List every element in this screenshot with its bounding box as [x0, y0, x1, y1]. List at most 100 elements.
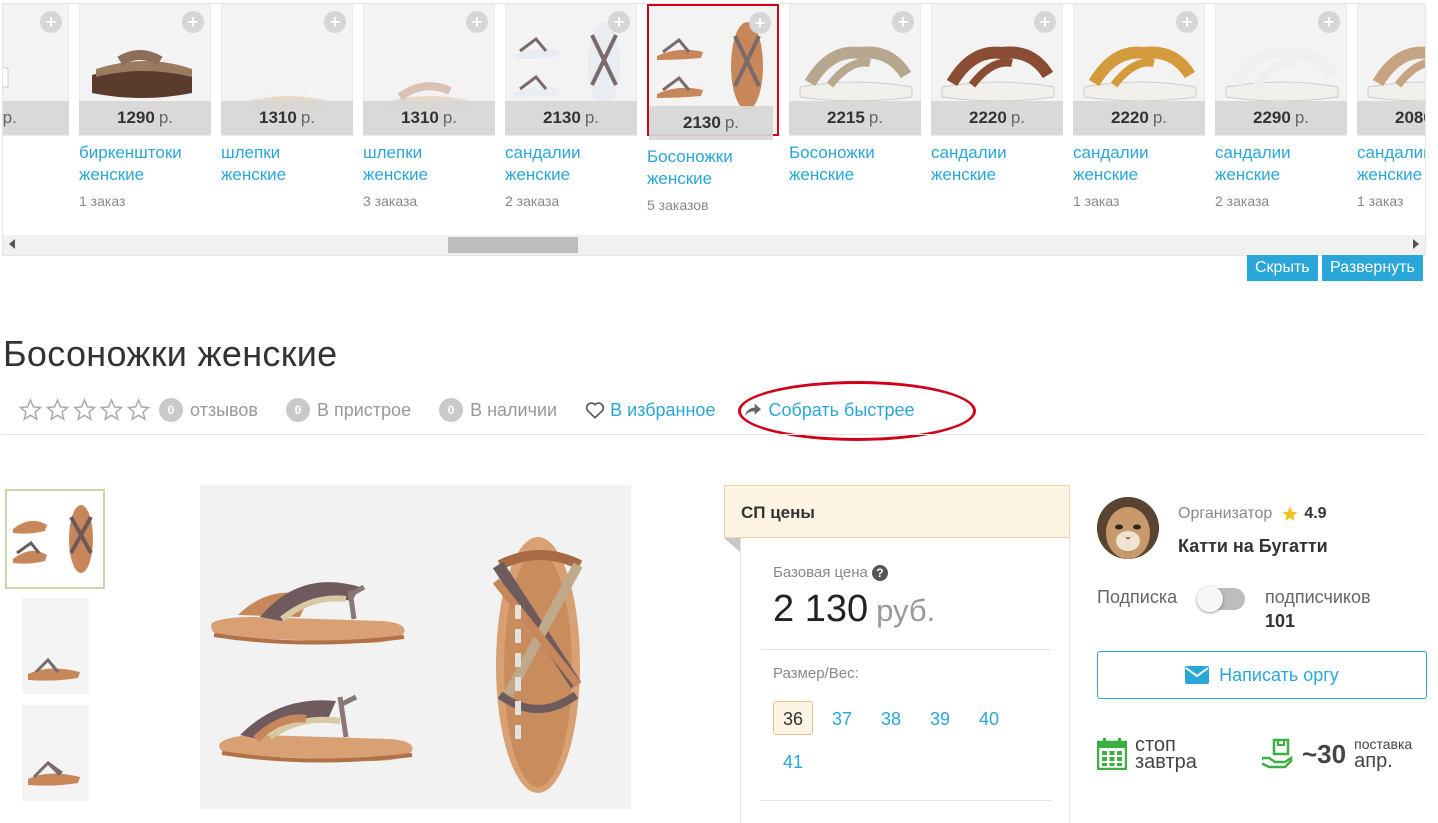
card-orders-count: 1 заказ	[1073, 193, 1120, 209]
subscription-label: Подписка	[1097, 587, 1178, 607]
delivery-text: поставка апр.	[1354, 737, 1412, 771]
delivery-info: ~30 поставка апр.	[1262, 737, 1412, 771]
carousel-card[interactable]: +2220 р. сандалии женские 1 заказ	[1073, 4, 1205, 232]
size-option[interactable]: 41	[773, 744, 813, 778]
card-price-currency: р.	[158, 108, 173, 127]
scroll-right-arrow-icon[interactable]	[1413, 239, 1419, 249]
question-icon[interactable]: ?	[871, 564, 888, 581]
add-plus-icon[interactable]: +	[749, 12, 771, 34]
sandal-photo-icon	[13, 505, 93, 573]
card-price-value: 2215	[826, 108, 865, 127]
carousel-scrollbar[interactable]	[3, 235, 1425, 255]
organizer-name[interactable]: Катти на Бугатти	[1178, 536, 1328, 557]
card-title-link[interactable]: сандалии женские	[1215, 142, 1347, 186]
carousel-card[interactable]: +1290 р. биркенштоки женские 1 заказ	[79, 4, 211, 232]
card-title-link[interactable]: Босоножки женские	[789, 142, 921, 186]
subscribers-count: 101	[1265, 611, 1296, 631]
add-plus-icon[interactable]: +	[1034, 11, 1056, 33]
add-plus-icon[interactable]: +	[40, 11, 62, 33]
size-option[interactable]: 39	[920, 701, 960, 735]
subscription-toggle[interactable]	[1197, 586, 1245, 612]
card-orders-count: 3 заказа	[363, 193, 418, 209]
card-price-currency: р.	[300, 108, 315, 127]
star-outline-icon	[126, 398, 151, 421]
add-plus-icon[interactable]: +	[182, 11, 204, 33]
sp-prices-header: СП цены	[724, 485, 1070, 538]
write-organizer-button[interactable]: Написать оргу	[1097, 651, 1427, 699]
reviews-label: отзывов	[190, 399, 258, 420]
carousel-card[interactable]: +2215 р. Босоножки женские	[789, 4, 921, 232]
stock-label: В наличии	[470, 399, 558, 420]
carousel-card[interactable]: +2220 р. сандалии женские	[931, 4, 1063, 232]
card-price-value: 1290	[116, 108, 155, 127]
carousel-card[interactable]: +2080р.сандалии женские1 заказ	[1357, 4, 1425, 232]
size-option[interactable]: 38	[871, 701, 911, 735]
card-price: 2080р.	[1357, 101, 1425, 135]
organizer-role-text: Организатор	[1178, 505, 1273, 522]
delivery-hand-icon	[1262, 738, 1293, 769]
card-price-currency: р.	[868, 108, 883, 127]
delivery-month: апр.	[1354, 750, 1393, 772]
hide-button[interactable]: Скрыть	[1247, 255, 1318, 281]
gallery-thumb-3[interactable]	[22, 705, 89, 801]
card-price-currency: р.	[724, 113, 739, 132]
rating-stars[interactable]	[18, 398, 151, 422]
card-title-link[interactable]: сандалии женские	[1357, 142, 1425, 186]
star-outline-icon	[18, 398, 43, 421]
stop-line-2: завтра	[1135, 751, 1197, 773]
card-title-link[interactable]: сандалии женские	[505, 142, 637, 186]
card-title-link[interactable]: сандалии женские	[1073, 142, 1205, 186]
add-plus-icon[interactable]: +	[1318, 11, 1340, 33]
add-plus-icon[interactable]: +	[466, 11, 488, 33]
card-title-link[interactable]: сандалии женские	[931, 142, 1063, 186]
card-title-link[interactable]: кеды женские	[3, 142, 69, 186]
size-option[interactable]: 40	[969, 701, 1009, 735]
carousel-card[interactable]: +2130 р. сандалии женские 2 заказа	[505, 4, 637, 232]
add-plus-icon[interactable]: +	[892, 11, 914, 33]
card-title-link[interactable]: биркенштоки женские	[79, 142, 211, 186]
calendar-icon	[1097, 738, 1127, 770]
card-orders-count: 5 заказов	[647, 197, 709, 213]
card-title-link[interactable]: шлепки женские	[221, 142, 353, 186]
card-price-value: 2080	[1394, 108, 1425, 127]
card-price: 2290 р.	[1215, 101, 1347, 135]
expand-button[interactable]: Развернуть	[1322, 255, 1423, 281]
stock-count[interactable]: 0 В наличии	[439, 398, 557, 422]
attach-label: В пристрое	[316, 399, 412, 420]
carousel-card[interactable]: +1310 р. шлепки женские	[221, 4, 353, 232]
card-price: 1290 р.	[79, 101, 211, 135]
star-outline-icon	[45, 398, 70, 421]
card-price-value: 2220	[1110, 108, 1149, 127]
add-plus-icon[interactable]: +	[324, 11, 346, 33]
card-price: 0р.	[3, 101, 69, 135]
card-price: 2215 р.	[789, 101, 921, 135]
add-to-favorites-link[interactable]: В избранное	[585, 400, 715, 421]
carousel-card[interactable]: +0р. кеды женские	[3, 4, 69, 232]
add-plus-icon[interactable]: +	[608, 11, 630, 33]
gallery-thumb-2[interactable]	[22, 598, 89, 694]
delivery-label: поставка	[1354, 736, 1413, 752]
heart-outline-icon	[585, 402, 605, 419]
stop-text: стоп завтра	[1135, 735, 1197, 773]
add-plus-icon[interactable]: +	[1176, 11, 1198, 33]
carousel-card[interactable]: +2130 р. Босоножки женские 5 заказов	[647, 4, 779, 232]
main-product-image[interactable]	[200, 485, 631, 809]
size-option[interactable]: 37	[822, 701, 862, 735]
card-price-currency: р.	[442, 108, 457, 127]
organizer-role: Организатор 4.9	[1178, 505, 1327, 523]
size-option[interactable]: 36	[773, 701, 813, 735]
divider	[761, 800, 1051, 801]
gallery-thumb-1[interactable]	[5, 489, 105, 589]
organizer-avatar[interactable]	[1097, 497, 1159, 559]
envelope-icon	[1185, 666, 1210, 684]
card-title-link[interactable]: Босоножки женские	[647, 146, 779, 190]
card-title-link[interactable]: шлепки женские	[363, 142, 495, 186]
carousel-card[interactable]: +1310 р. шлепки женские 3 заказа	[363, 4, 495, 232]
scrollbar-thumb[interactable]	[448, 237, 578, 253]
write-organizer-label: Написать оргу	[1219, 664, 1339, 685]
scroll-left-arrow-icon[interactable]	[9, 239, 15, 249]
card-price: 2130 р.	[649, 106, 773, 140]
carousel-card[interactable]: +2290 р. сандалии женские 2 заказа	[1215, 4, 1347, 232]
attach-count[interactable]: 0 В пристрое	[285, 398, 412, 422]
reviews-count[interactable]: 0 отзывов	[159, 398, 258, 422]
